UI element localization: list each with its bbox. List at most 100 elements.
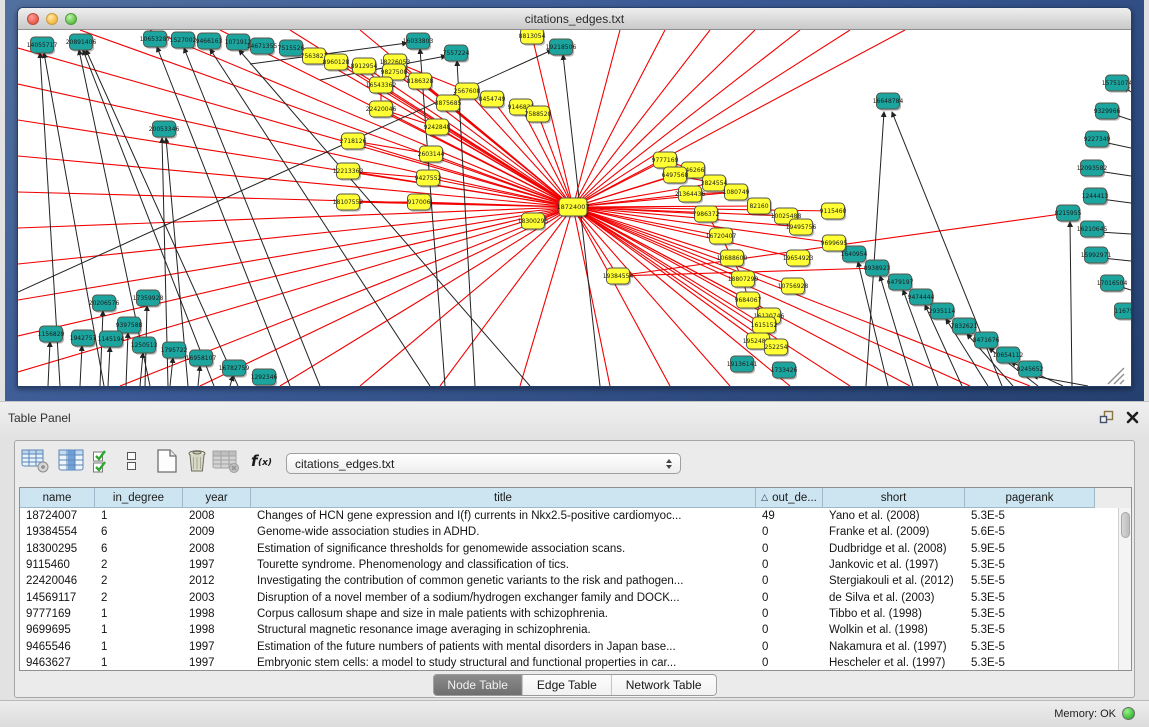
graph-node[interactable]: 6479197 [887, 274, 914, 292]
graph-node[interactable]: 16720407 [706, 228, 737, 246]
graph-node[interactable]: 8454749 [479, 91, 506, 109]
graph-node[interactable]: 9115460 [820, 203, 847, 221]
graph-edge[interactable] [520, 207, 573, 386]
table-row[interactable]: 977716911998Corpus callosum shape and si… [20, 606, 1131, 622]
column-header-title[interactable]: title [251, 488, 756, 508]
scrollbar-thumb[interactable] [1121, 512, 1130, 538]
table-row[interactable]: 911546021997Tourette syndrome. Phenomeno… [20, 557, 1131, 573]
graph-edge[interactable] [573, 30, 710, 207]
graph-node[interactable]: 17359928 [133, 290, 164, 308]
graph-node[interactable]: 18807299 [728, 271, 759, 289]
graph-node[interactable]: 17016504 [1097, 275, 1128, 293]
table-row[interactable]: 1456911722003Disruption of a novel membe… [20, 589, 1131, 605]
graph-edge[interactable] [18, 207, 573, 228]
graph-node[interactable]: 8471676 [973, 332, 1000, 350]
graph-node[interactable]: 10653287 [140, 31, 171, 49]
graph-node[interactable]: 12093582 [1077, 160, 1108, 178]
graph-node[interactable]: 9242848 [424, 119, 451, 137]
function-builder-icon[interactable]: f(x) [250, 448, 274, 479]
graph-node[interactable]: 9227349 [1084, 131, 1111, 149]
table-options-icon[interactable] [21, 448, 50, 479]
graph-node[interactable]: 7588520 [525, 106, 552, 124]
graph-node[interactable]: 9245652 [1017, 361, 1044, 379]
graph-node[interactable]: 18300295 [518, 213, 549, 231]
graph-node[interactable]: 1795722 [161, 342, 188, 360]
close-panel-icon[interactable] [1126, 411, 1139, 429]
graph-node[interactable]: 8813054 [519, 30, 546, 46]
row-mode-icon[interactable] [125, 448, 138, 479]
graph-node[interactable]: 12213363 [333, 163, 364, 181]
graph-node[interactable]: 10654112 [993, 347, 1024, 365]
graph-node[interactable]: 16648784 [873, 93, 904, 111]
graph-node[interactable]: 2935114 [929, 303, 956, 321]
graph-edge[interactable] [573, 206, 759, 207]
graph-node[interactable]: 16210645 [1077, 221, 1108, 239]
graph-node[interactable]: 8960128 [323, 54, 350, 72]
graph-node[interactable]: 16782759 [219, 360, 250, 378]
graph-node[interactable]: 9474444 [908, 289, 935, 307]
graph-node[interactable]: 14055717 [27, 37, 58, 55]
graph-node[interactable]: 16033803 [403, 33, 434, 51]
graph-node[interactable]: 20053346 [149, 121, 180, 139]
graph-node[interactable]: 20206576 [89, 295, 120, 313]
graph-edge[interactable] [170, 358, 173, 386]
graph-node[interactable]: 1527002 [170, 32, 197, 50]
delete-column-icon[interactable] [184, 448, 210, 479]
tab-node-table[interactable]: Node Table [433, 675, 523, 695]
graph-edge[interactable] [18, 207, 573, 300]
graph-edge[interactable] [880, 276, 913, 386]
graph-edge[interactable] [48, 342, 50, 386]
graph-node[interactable]: 19384554 [603, 268, 634, 286]
graph-edge[interactable] [573, 30, 905, 207]
graph-node[interactable]: 18107552 [333, 194, 364, 212]
graph-node[interactable]: 7986372 [693, 206, 720, 224]
graph-node[interactable]: 18724007 [556, 198, 589, 218]
graph-node[interactable]: 82160 [748, 198, 773, 216]
graph-node[interactable]: 917006 [408, 194, 433, 212]
graph-node[interactable]: 15751074 [1102, 75, 1131, 93]
graph-edge[interactable] [573, 207, 610, 386]
graph-edge[interactable] [108, 347, 110, 386]
new-column-icon[interactable] [154, 448, 180, 479]
minimize-window-button[interactable] [46, 13, 58, 25]
graph-node[interactable]: 16543362 [366, 77, 397, 95]
graph-node[interactable]: 9699695 [821, 235, 848, 253]
graph-node[interactable]: 10688609 [717, 250, 748, 268]
graph-node[interactable]: 16958107 [186, 350, 217, 368]
graph-node[interactable]: 6497568 [662, 167, 689, 185]
resize-grip-icon[interactable] [1114, 374, 1124, 384]
table-row[interactable]: 1872400712008Changes of HCN gene express… [20, 508, 1131, 524]
graph-edge[interactable] [280, 207, 573, 386]
graph-node[interactable]: 1250513 [131, 337, 158, 355]
graph-edge[interactable] [150, 30, 573, 207]
column-header-name[interactable]: name [20, 488, 95, 508]
graph-node[interactable]: 1733426 [771, 362, 798, 380]
graph-edge[interactable] [18, 207, 573, 264]
graph-edge[interactable] [866, 112, 884, 386]
zoom-window-button[interactable] [65, 13, 77, 25]
tab-edge-table[interactable]: Edge Table [523, 675, 612, 695]
table-row[interactable]: 1938455462009Genome-wide association stu… [20, 524, 1131, 540]
table-row[interactable]: 946554611997Estimation of the future num… [20, 638, 1131, 654]
graph-node[interactable]: 19218506 [546, 39, 577, 57]
graph-node[interactable]: 8938923 [864, 260, 891, 278]
table-row[interactable]: 2242004622012Investigating the contribut… [20, 573, 1131, 589]
graph-node[interactable]: 1615152 [751, 317, 778, 335]
graph-node[interactable]: 7557224 [443, 45, 470, 63]
column-header-pagerank[interactable]: pagerank [965, 488, 1095, 508]
graph-node[interactable]: 9684067 [735, 292, 762, 310]
graph-node[interactable]: 21364436 [675, 186, 706, 204]
graph-node[interactable]: 1244413 [1082, 188, 1109, 206]
column-header-year[interactable]: year [183, 488, 251, 508]
graph-node[interactable]: 7832621 [951, 318, 978, 336]
graph-node[interactable]: 20891406 [66, 34, 97, 52]
graph-node[interactable]: 15992971 [1081, 247, 1112, 265]
graph-node[interactable]: 22420046 [366, 101, 397, 119]
graph-node[interactable]: 3875685 [435, 95, 462, 113]
vertical-scrollbar[interactable] [1118, 508, 1131, 670]
table-row[interactable]: 1830029562008Estimation of significance … [20, 541, 1131, 557]
graph-edge[interactable] [573, 30, 665, 207]
tab-network-table[interactable]: Network Table [612, 675, 716, 695]
graph-edge[interactable] [381, 85, 573, 207]
graph-edge[interactable] [140, 353, 143, 386]
